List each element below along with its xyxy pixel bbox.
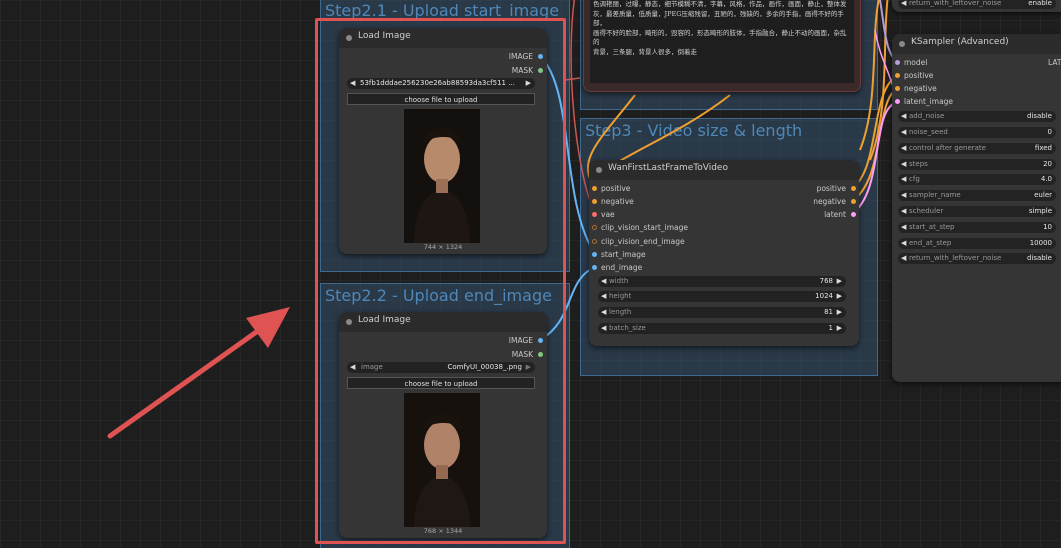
annotation-arrow-icon xyxy=(107,307,290,439)
node-canvas[interactable]: Step2.1 - Upload start_image Step2.2 - U… xyxy=(0,0,1061,548)
